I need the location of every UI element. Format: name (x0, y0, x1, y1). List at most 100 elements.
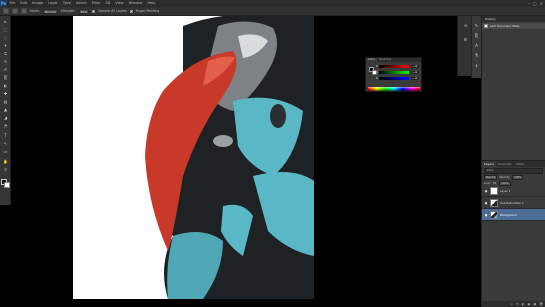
menu-file[interactable]: File (7, 0, 18, 7)
artwork-grey-joint (213, 135, 233, 147)
sample-all-layers-checkbox[interactable] (92, 9, 96, 13)
shape-tool-icon[interactable]: ▭ (2, 148, 9, 154)
layer-name: Layer 1 (500, 188, 511, 193)
layer-name: Hue/Saturation 1 (500, 200, 524, 205)
layer-name: Background (500, 212, 517, 217)
layer-row-hue-saturation[interactable]: ● Hue/Saturation 1 (482, 197, 545, 209)
brush-preset-icon[interactable] (12, 8, 18, 14)
menu-layer[interactable]: Layer (46, 0, 61, 7)
opacity-label: Opacity: (499, 176, 511, 179)
history-panel-icon[interactable]: ⟲ (462, 22, 469, 28)
blend-mode-select[interactable]: Normal (484, 175, 498, 180)
blue-value-field[interactable]: 0 (411, 77, 419, 80)
tab-paths[interactable]: Paths (513, 161, 526, 167)
paragraph-dock-icon[interactable]: ¶ (473, 52, 480, 58)
red-channel-label: R (376, 65, 378, 68)
smudge-tool-preset-icon[interactable] (3, 8, 9, 14)
color-panel-tabs: Color Swatches (366, 58, 421, 62)
close-icon[interactable]: × (540, 0, 543, 7)
mode-label: Mode: (30, 9, 40, 13)
finger-painting-checkbox[interactable] (129, 9, 133, 13)
gradient-tool-icon[interactable]: ▲ (2, 106, 9, 112)
menu-image[interactable]: Image (30, 0, 46, 7)
layer-style-icon[interactable]: fx (516, 302, 519, 306)
clone-source-dock-icon[interactable]: ⎘ (473, 32, 480, 38)
delete-layer-icon[interactable]: 🗑 (539, 302, 543, 306)
crop-tool-icon[interactable]: ⌗ (2, 50, 9, 56)
new-layer-icon[interactable]: ▦ (533, 302, 536, 306)
quick-select-tool-icon[interactable]: ✦ (2, 42, 9, 48)
visibility-eye-icon[interactable]: ● (484, 189, 488, 193)
panel-dock-strip: ✎ ⎘ A ¶ ℹ (471, 16, 481, 78)
smudge-tool-icon[interactable]: ◢ (2, 114, 9, 120)
strength-field[interactable]: 50% (78, 8, 90, 14)
layer-thumbnail (490, 186, 498, 195)
lasso-tool-icon[interactable]: ◌ (2, 34, 9, 40)
marquee-tool-icon[interactable]: ⬚ (2, 26, 9, 32)
layer-row-background[interactable]: ● Background (482, 209, 545, 221)
visibility-eye-icon[interactable]: ● (484, 201, 488, 205)
properties-panel-icon[interactable]: ⚙ (462, 36, 469, 42)
layer-mask-icon[interactable]: ▣ (528, 302, 531, 306)
red-value-field[interactable]: 0 (411, 65, 419, 68)
brush-tool-icon[interactable]: ✚ (2, 90, 9, 96)
brush-panel-icon[interactable] (21, 8, 27, 14)
opacity-field[interactable]: 100% (512, 175, 524, 180)
photoshop-logo: Ps (0, 0, 7, 7)
green-slider[interactable] (379, 71, 409, 74)
history-state-label: Last Document State (490, 24, 520, 28)
eraser-tool-icon[interactable]: ▤ (2, 98, 9, 104)
red-slider[interactable] (379, 65, 409, 68)
strength-label: Strength: (60, 9, 76, 13)
healing-brush-tool-icon[interactable]: ✐ (2, 66, 9, 72)
visibility-eye-icon[interactable]: ● (484, 213, 488, 217)
blue-slider[interactable] (379, 77, 409, 80)
adjustment-layer-thumbnail (490, 198, 498, 207)
tab-color[interactable]: Color (366, 58, 377, 62)
background-color-swatch[interactable] (4, 182, 10, 188)
color-spectrum-ramp[interactable] (368, 87, 420, 91)
adjustment-layer-icon[interactable]: ◐ (522, 302, 525, 306)
move-tool-icon[interactable]: ▸ (2, 18, 9, 24)
options-bar: Mode: Normal Strength: 50% Sample All La… (0, 7, 545, 16)
history-panel: History Last Document State (481, 16, 545, 160)
minimize-icon[interactable]: – (528, 0, 530, 7)
menu-3d[interactable]: 3D (103, 0, 113, 7)
character-dock-icon[interactable]: A (473, 42, 480, 48)
artwork-dark-joint (270, 104, 286, 128)
menu-edit[interactable]: Edit (18, 0, 30, 7)
tab-layers[interactable]: Layers (482, 161, 496, 167)
document-canvas[interactable] (73, 16, 314, 299)
path-selection-tool-icon[interactable]: ↖ (2, 140, 9, 146)
layer-blend-row: Normal Opacity: 100% (484, 175, 543, 180)
green-value-field[interactable]: 0 (411, 71, 419, 74)
maximize-icon[interactable]: □ (533, 0, 537, 7)
zoom-tool-icon[interactable]: ⚲ (2, 166, 9, 172)
menu-type[interactable]: Type (60, 0, 73, 7)
hand-tool-icon[interactable]: ✋ (2, 158, 9, 164)
brush-panel-dock-icon[interactable]: ✎ (473, 22, 480, 28)
window-controls: – □ × (528, 0, 543, 7)
info-dock-icon[interactable]: ℹ (473, 62, 480, 68)
finger-painting-label: Finger Painting (135, 9, 160, 13)
clone-stamp-tool-icon[interactable]: ⎘ (2, 74, 9, 80)
mode-select[interactable]: Normal (42, 8, 58, 14)
menu-window[interactable]: Window (126, 0, 145, 7)
history-state-row[interactable]: Last Document State (482, 23, 545, 29)
tab-history[interactable]: History (482, 16, 545, 22)
layers-panel-footer: ∞ fx ◐ ▣ ▦ 🗑 (482, 301, 545, 307)
menu-help[interactable]: Help (145, 0, 158, 7)
history-brush-tool-icon[interactable]: ◐ (2, 82, 9, 88)
tab-swatches[interactable]: Swatches (376, 58, 394, 62)
layer-filter-select[interactable]: Kind (484, 168, 543, 174)
robot-artwork (145, 16, 314, 299)
eyedropper-tool-icon[interactable]: ✎ (2, 58, 9, 64)
link-layers-icon[interactable]: ∞ (511, 302, 514, 306)
dodge-tool-icon[interactable]: ◔ (2, 122, 9, 128)
menu-filter[interactable]: Filter (89, 0, 103, 7)
type-tool-icon[interactable]: T (2, 132, 9, 138)
menu-view[interactable]: View (113, 0, 126, 7)
menu-select[interactable]: Select (73, 0, 89, 7)
layer-row-layer-1[interactable]: ● Layer 1 (482, 185, 545, 197)
tab-channels[interactable]: Channels (495, 161, 514, 167)
